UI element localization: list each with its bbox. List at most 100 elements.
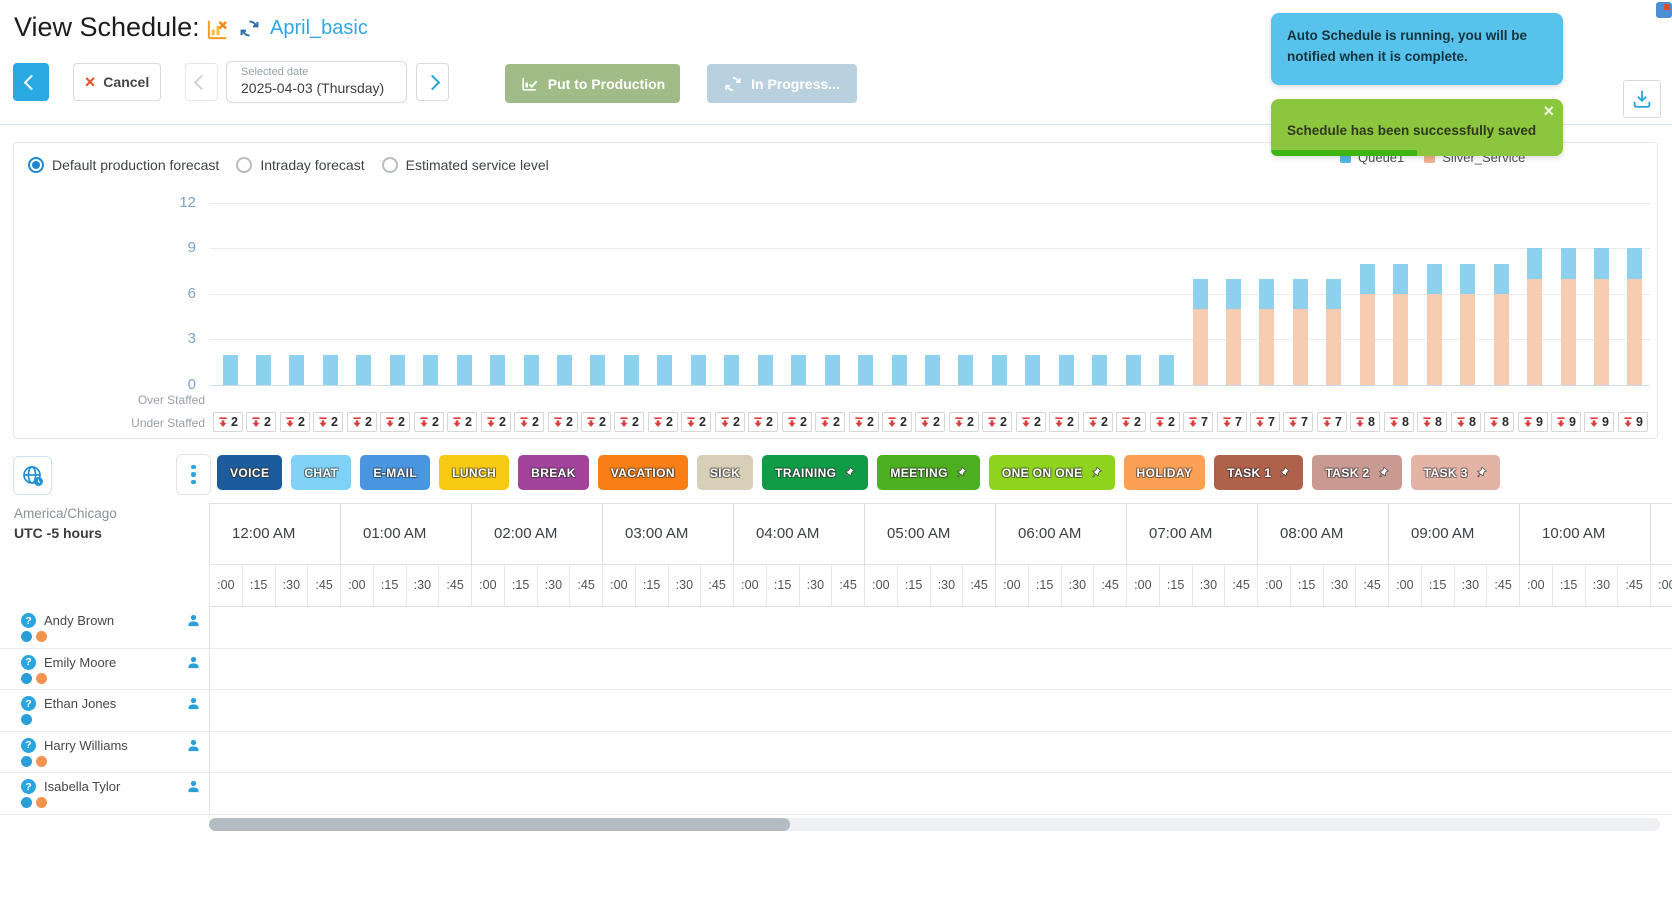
pin-icon [1278,467,1290,479]
under-staffed-count-box: 2 [548,412,578,432]
under-staffed-count: 2 [1168,416,1175,429]
download-icon [1631,88,1653,110]
quarter-header-cell: :15 [242,564,275,606]
forecast-radio-option-0[interactable]: Default production forecast [28,157,219,173]
previous-day-button[interactable] [185,63,218,101]
bar-silver-service [1259,309,1274,385]
bar-queue1 [289,355,304,385]
toast-close-icon[interactable]: × [1543,101,1554,122]
hour-header-row: 12:00 AM01:00 AM02:00 AM03:00 AM04:00 AM… [209,503,1672,565]
question-info-icon[interactable]: ? [21,655,36,670]
cancel-button[interactable]: × Cancel [73,63,161,101]
forecast-radio-label: Estimated service level [406,157,549,173]
quarter-header-cell: :00 [602,564,635,606]
under-staffed-count-box: 2 [882,412,912,432]
under-staffed-count-box: 7 [1250,412,1280,432]
schedule-name-link[interactable]: April_basic [270,17,368,40]
person-icon[interactable] [186,696,201,711]
horizontal-scrollbar-thumb[interactable] [209,818,790,831]
quarter-header-cell: :00 [995,564,1028,606]
activity-chip-task-1[interactable]: TASK 1 [1214,455,1303,490]
activity-chip-training[interactable]: TRAINING [762,455,868,490]
activity-chip-vacation[interactable]: VACATION [598,455,688,490]
activity-chip-lunch[interactable]: LUNCH [439,455,509,490]
employee-row-ethan-jones[interactable]: ?Ethan Jones [0,690,1672,732]
question-info-icon[interactable]: ? [21,613,36,628]
activity-chip-one-on-one[interactable]: ONE ON ONE [989,455,1115,490]
queue-assignment-dot-orange [36,673,47,684]
employee-row-isabella-tylor[interactable]: ?Isabella Tylor [0,773,1672,815]
under-staffed-count-box: 7 [1217,412,1247,432]
person-icon[interactable] [186,613,201,628]
under-staffed-count-box: 7 [1317,412,1347,432]
bar-queue1 [1494,264,1509,294]
under-staffed-count: 2 [331,416,338,429]
timezone-button[interactable] [13,456,52,495]
question-info-icon[interactable]: ? [21,696,36,711]
person-icon[interactable] [186,655,201,670]
quarter-header-cell: :00 [1257,564,1290,606]
bar-queue1 [691,355,706,385]
put-to-production-button[interactable]: Put to Production [505,64,680,103]
bar-queue1 [657,355,672,385]
under-staffed-count-box: 2 [1150,412,1180,432]
hour-header-0300am: 03:00 AM [602,504,733,564]
under-staffed-arrow-icon [854,417,864,428]
under-staffed-count-box: 8 [1384,412,1414,432]
quarter-header-cell: :45 [962,564,995,606]
employee-row-harry-williams[interactable]: ?Harry Williams [0,732,1672,774]
next-day-button[interactable] [416,63,449,101]
activity-chip-label: ONE ON ONE [1002,466,1083,480]
y-axis-tick-label: 6 [156,285,196,302]
person-icon[interactable] [186,738,201,753]
name-column-divider [209,607,210,815]
person-icon[interactable] [186,779,201,794]
quarter-header-cell: :00 [340,564,373,606]
bar-queue1 [1193,279,1208,309]
activity-chip-task-3[interactable]: TASK 3 [1411,455,1500,490]
quarter-header-cell: :00 [1650,564,1672,606]
under-staffed-arrow-icon [1355,417,1365,428]
bar-queue1 [1360,264,1375,294]
quarter-header-cell: :45 [1355,564,1388,606]
activity-chip-sick[interactable]: SICK [697,455,753,490]
employee-row-emily-moore[interactable]: ?Emily Moore [0,649,1672,691]
under-staffed-count: 8 [1402,416,1409,429]
under-staffed-count: 7 [1335,416,1342,429]
activity-chip-e-mail[interactable]: E-MAIL [360,455,430,490]
export-download-button[interactable] [1623,80,1661,118]
bar-queue1 [1293,279,1308,309]
forecast-radio-option-2[interactable]: Estimated service level [382,157,549,173]
activity-chip-voice[interactable]: VOICE [217,455,282,490]
bar-queue1 [992,355,1007,385]
bar-queue1 [1460,264,1475,294]
quarter-header-cell: :00 [209,564,242,606]
bar-queue1 [423,355,438,385]
question-info-icon[interactable]: ? [21,779,36,794]
y-axis-tick-label: 0 [156,376,196,393]
queue-assignment-dot-blue [21,756,32,767]
selected-date-field[interactable]: Selected date 2025-04-03 (Thursday) [226,61,407,103]
under-staffed-count: 2 [632,416,639,429]
quarter-header-cell: :15 [1159,564,1192,606]
activity-chip-task-2[interactable]: TASK 2 [1312,455,1401,490]
quarter-header-cell: :15 [1290,564,1323,606]
employee-name: Andy Brown [44,613,114,628]
quarter-header-cell: :15 [897,564,930,606]
activity-chip-meeting[interactable]: MEETING [877,455,979,490]
bar-silver-service [1460,294,1475,385]
selected-date-label: Selected date [241,66,406,78]
activity-chip-label: TASK 1 [1227,466,1271,480]
forecast-radio-option-1[interactable]: Intraday forecast [236,157,364,173]
activity-chip-holiday[interactable]: HOLIDAY [1124,455,1206,490]
question-info-icon[interactable]: ? [21,738,36,753]
chart-gridline [210,248,1650,249]
under-staffed-arrow-icon [1456,417,1466,428]
back-button[interactable] [13,63,49,101]
employee-row-andy-brown[interactable]: ? Andy Brown [0,607,1672,649]
activity-chip-chat[interactable]: CHAT [291,455,351,490]
activity-chip-break[interactable]: BREAK [518,455,589,490]
under-staffed-count-box: 9 [1584,412,1614,432]
schedule-options-menu-button[interactable] [176,454,211,495]
chevron-left-icon [194,74,210,90]
